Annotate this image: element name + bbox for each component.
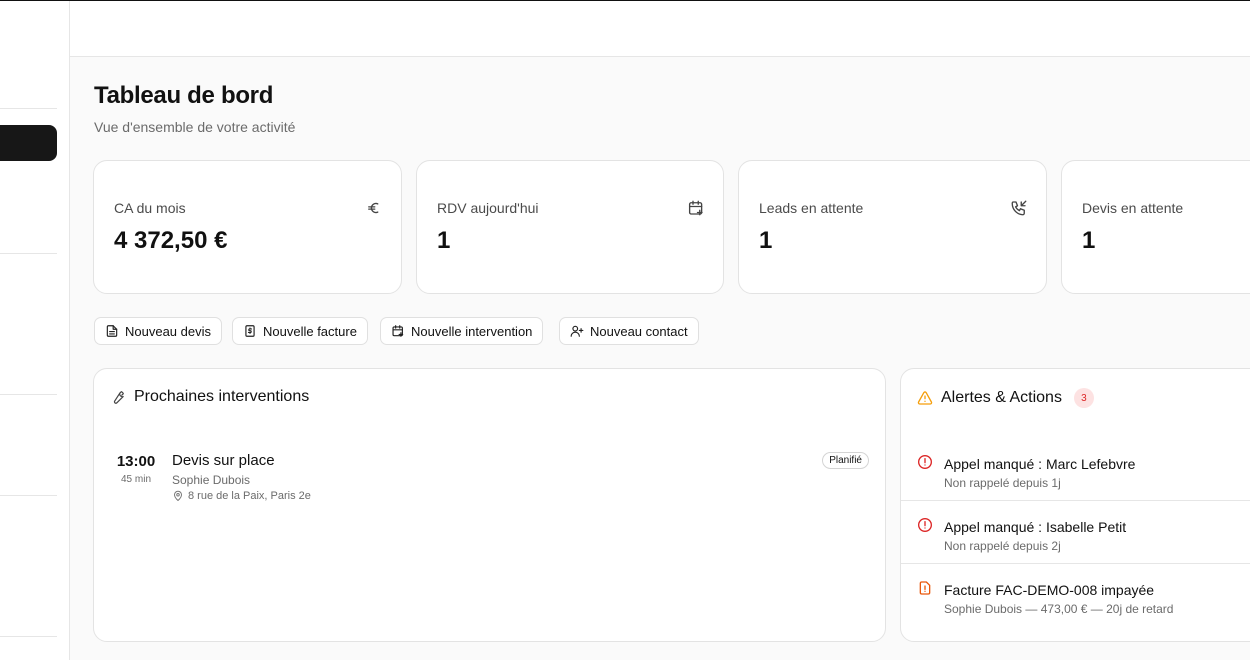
upcoming-interventions-panel: Prochaines interventions 13:00 45 min De… bbox=[93, 368, 886, 642]
kpi-label: CA du mois bbox=[114, 200, 186, 216]
new-invoice-label: Nouvelle facture bbox=[263, 323, 357, 339]
kpi-card-revenue: CA du mois 4 372,50 € bbox=[93, 160, 402, 294]
intervention-address: 8 rue de la Paix, Paris 2e bbox=[172, 490, 311, 502]
intervention-time: 13:00 bbox=[116, 453, 156, 470]
kpi-value: 1 bbox=[759, 227, 773, 254]
sidebar bbox=[0, 1, 70, 660]
sidebar-divider bbox=[0, 636, 57, 637]
map-pin-icon bbox=[174, 490, 182, 501]
sidebar-divider bbox=[0, 253, 57, 254]
alert-title: Facture FAC-DEMO-008 impayée bbox=[944, 582, 1155, 598]
new-quote-label: Nouveau devis bbox=[125, 323, 211, 339]
euro-icon bbox=[365, 199, 383, 217]
sidebar-divider bbox=[0, 394, 57, 395]
wrench-icon bbox=[113, 391, 124, 404]
new-contact-button[interactable]: Nouveau contact bbox=[559, 317, 699, 345]
alert-title: Appel manqué : Isabelle Petit bbox=[944, 519, 1127, 535]
alerts-title: Alertes & Actions bbox=[941, 389, 1062, 406]
interventions-title: Prochaines interventions bbox=[134, 388, 310, 405]
panel-title: Prochaines interventions bbox=[110, 388, 309, 406]
kpi-card-appointments: RDV aujourd'hui 1 bbox=[416, 160, 724, 294]
sidebar-divider bbox=[0, 495, 57, 496]
alert-item[interactable]: Appel manqué : Isabelle Petit Non rappel… bbox=[901, 500, 1250, 563]
phone-incoming-icon bbox=[1010, 199, 1028, 217]
status-badge: Planifié bbox=[822, 452, 869, 469]
user-plus-icon bbox=[570, 325, 584, 337]
intervention-address-text: 8 rue de la Paix, Paris 2e bbox=[188, 490, 311, 502]
new-quote-button[interactable]: Nouveau devis bbox=[94, 317, 222, 345]
alert-circle-icon bbox=[918, 455, 932, 469]
kpi-value: 1 bbox=[1082, 227, 1096, 254]
alerts-count-badge: 3 bbox=[1073, 388, 1094, 408]
document-icon bbox=[106, 325, 118, 337]
kpi-value: 4 372,50 € bbox=[114, 227, 228, 254]
intervention-title: Devis sur place bbox=[172, 452, 275, 469]
sidebar-divider bbox=[0, 108, 57, 109]
kpi-label: Devis en attente bbox=[1082, 200, 1184, 216]
alert-subtitle: Non rappelé depuis 2j bbox=[944, 539, 1061, 553]
intervention-client: Sophie Dubois bbox=[172, 473, 251, 487]
new-invoice-button[interactable]: Nouvelle facture bbox=[232, 317, 368, 345]
alert-item[interactable]: Facture FAC-DEMO-008 impayée Sophie Dubo… bbox=[901, 563, 1250, 626]
alert-subtitle: Non rappelé depuis 1j bbox=[944, 476, 1061, 490]
kpi-card-quotes: Devis en attente 1 bbox=[1061, 160, 1250, 294]
new-contact-label: Nouveau contact bbox=[590, 323, 688, 339]
alert-subtitle: Sophie Dubois — 473,00 € — 20j de retard bbox=[944, 602, 1174, 616]
calendar-plus-icon bbox=[687, 199, 705, 217]
alert-circle-icon bbox=[918, 518, 932, 532]
kpi-card-leads: Leads en attente 1 bbox=[738, 160, 1047, 294]
invoice-icon bbox=[245, 325, 255, 337]
sidebar-item-active[interactable] bbox=[0, 125, 57, 161]
page-subtitle: Vue d'ensemble de votre activité bbox=[94, 119, 296, 135]
kpi-value: 1 bbox=[437, 227, 451, 254]
panel-title: Alertes & Actions 3 bbox=[917, 388, 1094, 408]
new-intervention-label: Nouvelle intervention bbox=[411, 323, 533, 339]
warning-icon bbox=[917, 391, 933, 405]
alert-title: Appel manqué : Marc Lefebvre bbox=[944, 456, 1136, 472]
top-header bbox=[70, 1, 1250, 57]
kpi-label: RDV aujourd'hui bbox=[437, 200, 539, 216]
new-intervention-button[interactable]: Nouvelle intervention bbox=[380, 317, 544, 345]
alert-item[interactable]: Appel manqué : Marc Lefebvre Non rappelé… bbox=[901, 438, 1250, 501]
intervention-duration: 45 min bbox=[120, 474, 151, 485]
alerts-panel: Alertes & Actions 3 Appel manqué : Marc … bbox=[900, 368, 1250, 642]
page-title: Tableau de bord bbox=[94, 82, 274, 109]
alert-file-icon bbox=[919, 581, 931, 595]
kpi-label: Leads en attente bbox=[759, 200, 864, 216]
calendar-plus-icon bbox=[392, 325, 404, 337]
